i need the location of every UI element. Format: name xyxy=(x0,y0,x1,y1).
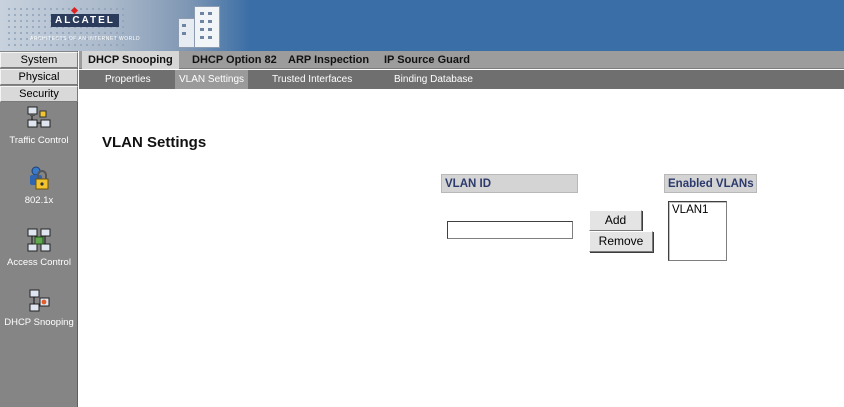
subtab-binding-database[interactable]: Binding Database xyxy=(390,70,477,89)
subtab-properties[interactable]: Properties xyxy=(101,70,155,89)
subtab-trusted-interfaces[interactable]: Trusted Interfaces xyxy=(268,70,356,89)
sidebar-item-label: 802.1x xyxy=(24,195,54,206)
tab-bar: DHCP Snooping DHCP Option 82 ARP Inspect… xyxy=(79,51,844,69)
subtab-vlan-settings[interactable]: VLAN Settings xyxy=(175,70,249,89)
sidebar-item-access-control[interactable]: Access Control xyxy=(0,227,78,268)
subtab-bar: Properties VLAN Settings Trusted Interfa… xyxy=(79,70,844,89)
tab-arp-inspection[interactable]: ARP Inspection xyxy=(282,51,375,69)
network-lock-icon xyxy=(27,106,51,128)
enabled-vlans-header: Enabled VLANs xyxy=(664,174,757,193)
logo-tagline: ARCHITECTS OF AN INTERNET WORLD xyxy=(30,36,141,42)
add-button[interactable]: Add xyxy=(589,210,642,231)
network-acl-icon xyxy=(27,228,51,252)
building-icon xyxy=(178,6,222,48)
enabled-vlans-list[interactable]: VLAN1 xyxy=(668,201,727,261)
vlan-id-header: VLAN ID xyxy=(441,174,578,193)
sidebar-item-security[interactable]: Security xyxy=(0,86,78,102)
sidebar-item-dhcp-snooping[interactable]: DHCP Snooping xyxy=(0,287,78,328)
sidebar-item-system[interactable]: System xyxy=(0,52,78,68)
sidebar-item-label: Traffic Control xyxy=(9,135,69,146)
logo-text: ALCATEL xyxy=(51,14,119,27)
sidebar: System Physical Security Traffic Control… xyxy=(0,51,78,407)
sidebar-item-traffic-control[interactable]: Traffic Control xyxy=(0,105,78,146)
vlan-id-input[interactable] xyxy=(447,221,573,239)
tab-ip-source-guard[interactable]: IP Source Guard xyxy=(378,51,476,69)
sidebar-item-8021x[interactable]: 802.1x xyxy=(0,165,78,206)
page-title: VLAN Settings xyxy=(102,134,207,151)
dhcp-snooping-icon xyxy=(29,289,50,312)
logo: ALCATEL ARCHITECTS OF AN INTERNET WORLD xyxy=(0,0,250,51)
list-item[interactable]: VLAN1 xyxy=(669,202,726,218)
sidebar-item-physical[interactable]: Physical xyxy=(0,69,78,85)
user-lock-icon xyxy=(30,166,49,190)
sidebar-item-label: Access Control xyxy=(7,257,71,268)
tab-dhcp-option-82[interactable]: DHCP Option 82 xyxy=(186,51,283,69)
remove-button[interactable]: Remove xyxy=(589,231,653,252)
sidebar-item-label: DHCP Snooping xyxy=(4,317,74,328)
tab-dhcp-snooping[interactable]: DHCP Snooping xyxy=(82,51,179,69)
header-banner: ALCATEL ARCHITECTS OF AN INTERNET WORLD xyxy=(0,0,844,51)
